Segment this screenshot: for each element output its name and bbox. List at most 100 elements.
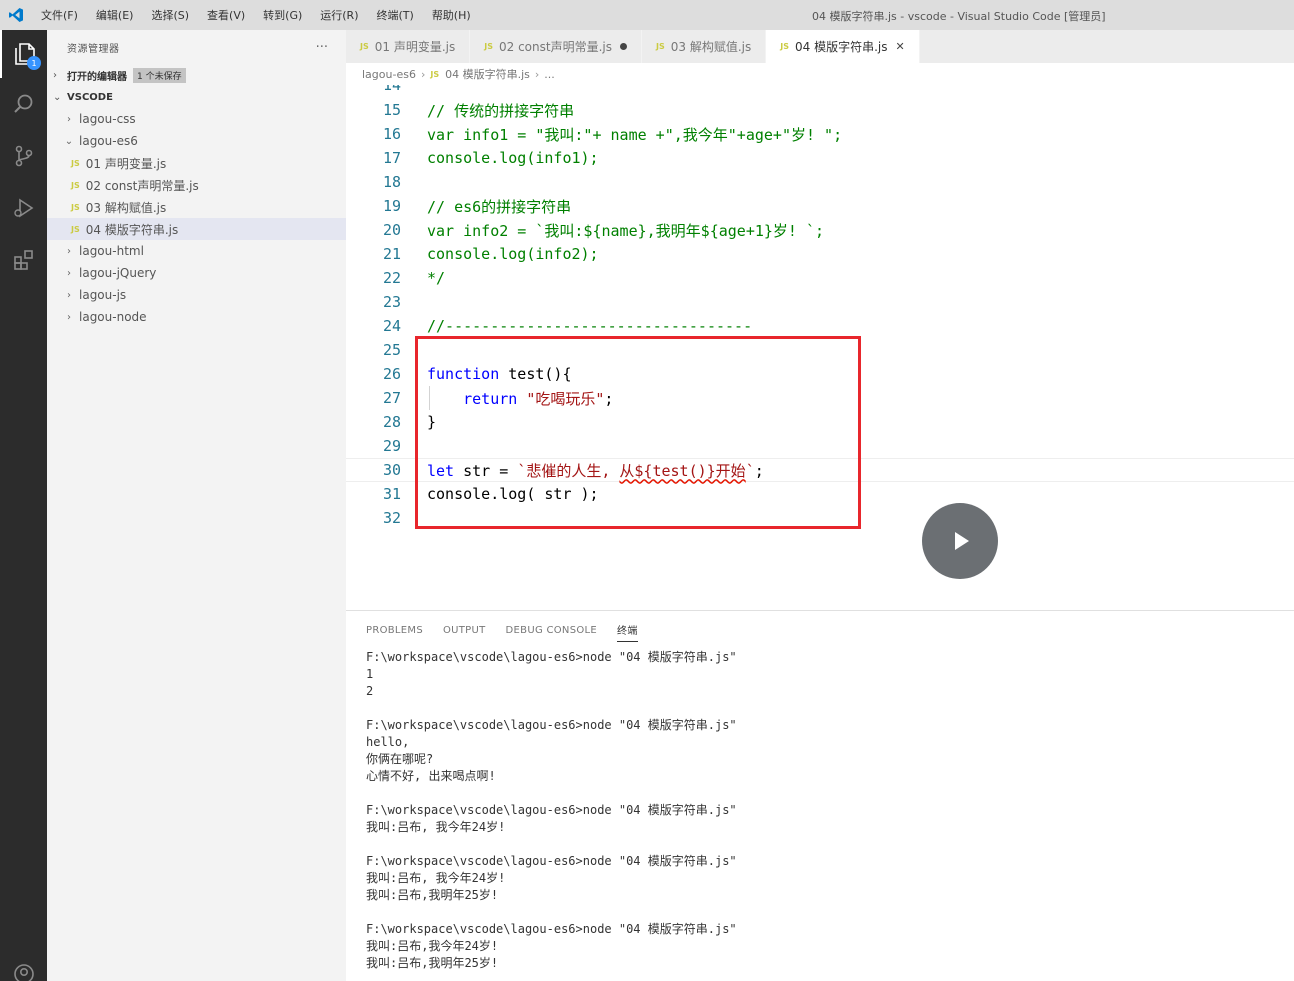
tree-item-label: lagou-jQuery [79, 266, 157, 280]
menu-go[interactable]: 转到(G) [254, 7, 311, 23]
chevron-right-icon: › [67, 311, 71, 323]
bottom-panel: PROBLEMS OUTPUT DEBUG CONSOLE 终端 F:\work… [346, 610, 1294, 981]
line-number: 23 [382, 293, 401, 311]
code-line: 22 */ [346, 266, 1294, 290]
breadcrumb-folder[interactable]: lagou-es6 [362, 68, 416, 81]
line-number: 30 [382, 461, 401, 479]
line-number: 21 [382, 245, 401, 263]
code-line: 20 var info2 = `我叫:${name},我明年${age+1}岁!… [346, 218, 1294, 242]
tree-folder-lagou-jquery[interactable]: › lagou-jQuery [47, 262, 346, 284]
line-number: 32 [382, 509, 401, 527]
tab-debug-console[interactable]: DEBUG CONSOLE [506, 621, 597, 640]
tab-01[interactable]: JS 01 声明变量.js [346, 30, 471, 63]
js-file-icon: JS [780, 42, 789, 51]
breadcrumb-file[interactable]: 04 模版字符串.js [445, 66, 530, 82]
terminal-line: 心情不好, 出来喝点啊! [366, 769, 496, 783]
tab-output[interactable]: OUTPUT [443, 621, 486, 640]
tab-03[interactable]: JS 03 解构赋值.js [642, 30, 767, 63]
menu-run[interactable]: 运行(R) [311, 7, 367, 23]
tree-folder-lagou-html[interactable]: › lagou-html [47, 240, 346, 262]
chevron-right-icon: › [67, 267, 71, 279]
source-control-icon[interactable] [0, 132, 47, 180]
explorer-sidebar: 资源管理器 ··· › 打开的编辑器 1 个未保存 ⌄ VSCODE › lag… [47, 30, 346, 981]
tree-item-label: lagou-es6 [79, 134, 138, 148]
code-text: //---------------------------------- [427, 317, 753, 335]
tab-label: 03 解构赋值.js [670, 40, 752, 54]
menu-terminal[interactable]: 终端(T) [368, 7, 423, 23]
tab-04[interactable]: JS 04 模版字符串.js ✕ [766, 30, 920, 63]
line-number: 27 [382, 389, 401, 407]
extensions-icon[interactable] [0, 236, 47, 284]
tree-file-01[interactable]: JS 01 声明变量.js [47, 152, 346, 174]
tab-label: 04 模版字符串.js [795, 40, 888, 54]
tab-terminal[interactable]: 终端 [617, 618, 638, 642]
tree-file-03[interactable]: JS 03 解构赋值.js [47, 196, 346, 218]
chevron-right-icon: › [67, 245, 71, 257]
terminal-line: 2 [366, 684, 374, 698]
terminal-line: hello, [366, 735, 410, 749]
code-line: 19 // es6的拼接字符串 [346, 194, 1294, 218]
more-actions-icon[interactable]: ··· [316, 40, 328, 55]
line-number: 29 [382, 437, 401, 455]
js-file-icon: JS [71, 158, 80, 168]
account-icon[interactable] [0, 950, 47, 981]
chevron-down-icon: ⌄ [64, 135, 74, 147]
tree-folder-lagou-css[interactable]: › lagou-css [47, 108, 346, 130]
tree-item-label: lagou-js [79, 288, 127, 302]
chevron-right-icon: › [420, 67, 426, 81]
code-line: 15 // 传统的拼接字符串 [346, 98, 1294, 122]
chevron-down-icon: ⌄ [53, 91, 62, 103]
explorer-title: 资源管理器 [67, 43, 120, 55]
run-debug-icon[interactable] [0, 184, 47, 232]
play-button[interactable] [922, 503, 998, 579]
unsaved-badge: 1 个未保存 [133, 67, 186, 83]
code-text: var info1 = "我叫:"+ name +",我今年"+age+"岁! … [427, 125, 843, 144]
code-line: 21 console.log(info2); [346, 242, 1294, 266]
search-icon[interactable] [0, 80, 47, 128]
code-text: var info2 = `我叫:${name},我明年${age+1}岁! `; [427, 221, 825, 240]
tab-02[interactable]: JS 02 const声明常量.js [470, 30, 642, 63]
explorer-icon[interactable]: 1 [0, 30, 47, 78]
terminal-output[interactable]: F:\workspace\vscode\lagou-es6>node "04 模… [346, 649, 1294, 972]
panel-tabs: PROBLEMS OUTPUT DEBUG CONSOLE 终端 [346, 611, 1294, 649]
tree-item-label: lagou-html [79, 244, 144, 258]
workspace-section[interactable]: ⌄ VSCODE [47, 86, 346, 108]
chevron-right-icon: › [534, 67, 540, 81]
menu-edit[interactable]: 编辑(E) [87, 7, 143, 23]
menu-selection[interactable]: 选择(S) [142, 7, 198, 23]
terminal-line: 我叫:吕布,我明年25岁! [366, 888, 499, 902]
line-number: 31 [382, 485, 401, 503]
line-number: 26 [382, 365, 401, 383]
line-number: 14 [382, 85, 401, 94]
code-line: 14 [346, 85, 1294, 97]
open-editors-section[interactable]: › 打开的编辑器 1 个未保存 [47, 64, 346, 86]
terminal-line: 我叫:吕布,我今年24岁! [366, 939, 499, 953]
tree-folder-lagou-node[interactable]: › lagou-node [47, 306, 346, 328]
menu-file[interactable]: 文件(F) [32, 7, 87, 23]
tree-file-02[interactable]: JS 02 const声明常量.js [47, 174, 346, 196]
breadcrumb: lagou-es6 › JS 04 模版字符串.js › ... [346, 63, 1294, 85]
tree-file-04[interactable]: JS 04 模版字符串.js [47, 218, 346, 240]
menu-view[interactable]: 查看(V) [198, 7, 254, 23]
tree-folder-lagou-js[interactable]: › lagou-js [47, 284, 346, 306]
workspace-label: VSCODE [67, 91, 113, 103]
breadcrumb-more[interactable]: ... [544, 68, 555, 81]
js-file-icon: JS [430, 69, 440, 79]
tree-folder-lagou-es6[interactable]: ⌄ lagou-es6 [47, 130, 346, 152]
tree-item-label: 04 模版字符串.js [85, 222, 179, 237]
tab-problems[interactable]: PROBLEMS [366, 621, 423, 640]
line-number: 15 [382, 101, 401, 119]
menu-help[interactable]: 帮助(H) [423, 7, 480, 23]
close-icon[interactable]: ✕ [896, 40, 905, 53]
explorer-header: 资源管理器 ··· [47, 30, 346, 64]
tree-item-label: 01 声明变量.js [85, 156, 167, 171]
tree-item-label: lagou-css [79, 112, 136, 126]
tree-item-label: 02 const声明常量.js [85, 178, 199, 193]
line-number: 25 [382, 341, 401, 359]
code-line: 24 //---------------------------------- [346, 314, 1294, 338]
code-text: */ [427, 269, 446, 287]
line-number: 22 [382, 269, 401, 287]
code-editor[interactable]: 14 15 // 传统的拼接字符串 16 var info1 = "我叫:"+ … [346, 85, 1294, 610]
